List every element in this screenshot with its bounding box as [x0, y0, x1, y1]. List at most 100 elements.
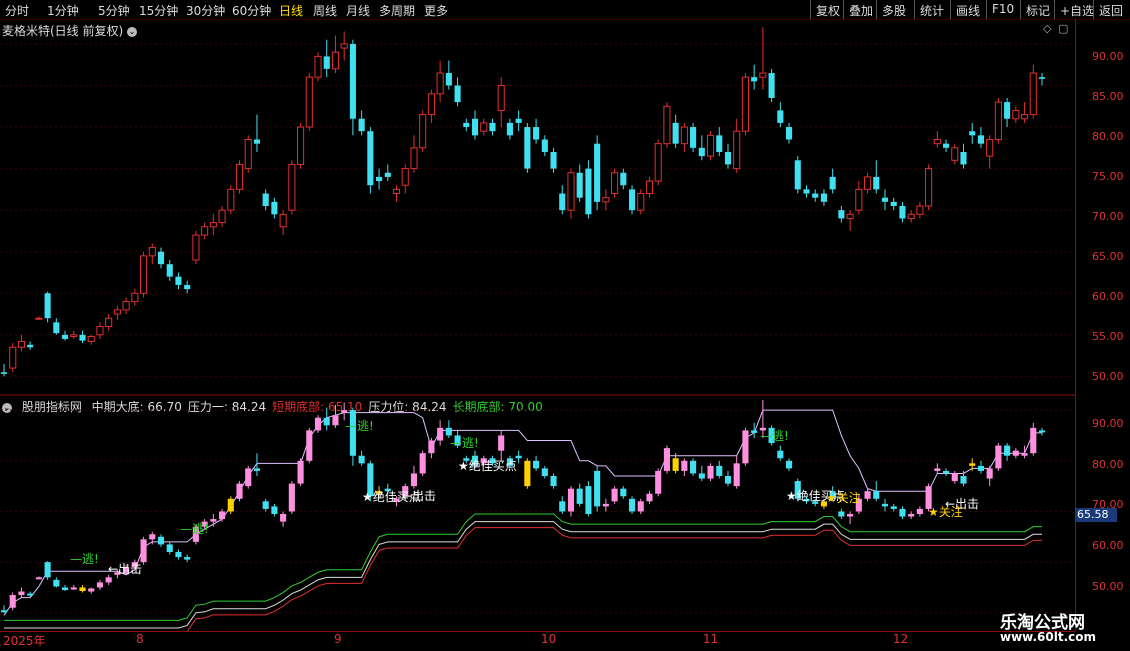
indicator-bar	[742, 430, 749, 464]
indicator-bar	[899, 508, 906, 517]
candle-body	[323, 56, 330, 69]
indicator-bar	[698, 473, 705, 479]
watch-label: ★关注	[826, 490, 861, 505]
indicator-bar	[323, 417, 330, 426]
candle-body	[698, 147, 705, 157]
candle-body	[235, 163, 244, 190]
candle-body	[541, 139, 548, 152]
candle-body	[672, 122, 679, 144]
candle-body	[785, 127, 793, 140]
escape-label: —逃!	[70, 552, 99, 566]
x-tick-label: 12	[893, 632, 909, 646]
indicator-bar	[585, 486, 592, 514]
candle-body	[358, 118, 365, 132]
indicator-bar	[271, 506, 278, 514]
indicator-bar	[890, 506, 897, 509]
candle-body	[594, 143, 601, 202]
candle-body	[1021, 114, 1029, 120]
y-tick-label: 55.00	[1092, 330, 1124, 343]
main-candles	[0, 27, 1046, 377]
long-bottom-line	[4, 513, 1042, 621]
main-grid	[0, 43, 1075, 377]
indicator-bar	[297, 460, 304, 484]
candle-body	[62, 334, 69, 339]
candle-body	[489, 122, 496, 132]
candle-body	[9, 346, 17, 369]
back-button[interactable]: 返回	[1093, 0, 1128, 19]
indicator-bar	[166, 544, 173, 552]
indicator-bar	[594, 470, 601, 507]
indicator-bar	[847, 514, 854, 517]
candle-body	[53, 322, 60, 334]
indicator-bar	[733, 463, 740, 487]
candle-body	[436, 72, 444, 95]
candle-body	[376, 176, 383, 182]
candle-body	[628, 189, 636, 211]
y-tick-label: 80.00	[1092, 458, 1124, 471]
candle-body	[427, 93, 435, 116]
indicator-bar	[567, 488, 575, 512]
candle-body	[611, 172, 619, 195]
candle-body	[706, 134, 715, 157]
indicator-bar	[79, 587, 86, 592]
indicator-bar	[916, 508, 923, 514]
indicator-bar	[175, 552, 182, 558]
candle-body	[1004, 102, 1011, 119]
indicator-bar	[881, 503, 889, 507]
indicator-bar	[445, 427, 452, 436]
candle-body	[419, 114, 427, 149]
indicator-bar	[672, 458, 679, 471]
x-tick-label: 9	[334, 632, 342, 646]
indicator-bar	[864, 491, 871, 499]
indicator-bar	[663, 448, 670, 471]
candle-body	[79, 334, 86, 341]
candle-body	[105, 317, 113, 328]
indicator-bar	[777, 450, 784, 459]
indicator-bar	[0, 610, 8, 613]
indicator-bar	[576, 488, 583, 504]
indicator-bar	[681, 460, 688, 471]
indicator-bar	[358, 455, 365, 464]
candle-body	[349, 43, 356, 119]
indicator-bar	[210, 519, 217, 522]
candle-body	[890, 201, 897, 206]
indicator-bar	[628, 498, 636, 512]
indicator-bar	[184, 557, 191, 560]
indicator-bar	[934, 468, 941, 471]
y-tick-label: 75.00	[1092, 170, 1124, 183]
current-value-tag: 65.58	[1075, 508, 1117, 522]
indicator-bar	[236, 483, 243, 499]
candle-body	[140, 255, 148, 294]
indicator-bar	[611, 488, 618, 502]
indicator-bar	[524, 460, 531, 487]
candle-body	[645, 180, 654, 195]
candle-body	[297, 126, 305, 165]
y-tick-label: 90.00	[1092, 417, 1124, 430]
escape-label: —逃!	[180, 522, 209, 536]
indicator-bar	[873, 491, 880, 499]
x-tick-label: 2025年	[3, 634, 46, 648]
candle-body	[812, 193, 819, 198]
indicator-bar	[253, 468, 261, 471]
candle-body	[392, 188, 401, 195]
y-tick-label: 65.00	[1092, 250, 1124, 263]
y-tick-label: 60.00	[1092, 539, 1124, 552]
candle-body	[454, 85, 461, 103]
candle-body	[27, 344, 34, 348]
candle-body	[506, 122, 513, 136]
candle-body	[445, 73, 452, 86]
indicator-bar	[410, 473, 418, 487]
watermark-url: www.60lt.com	[1000, 630, 1097, 644]
indicator-bar	[785, 460, 793, 469]
candle-body	[751, 77, 758, 82]
candle-body	[184, 284, 191, 290]
indicator-bar	[995, 445, 1002, 469]
indicator-bar	[646, 493, 653, 502]
indicator-bar	[690, 460, 697, 474]
candle-body	[637, 193, 645, 211]
indicator-bar	[62, 587, 69, 590]
candle-body	[960, 151, 967, 165]
candle-body	[994, 101, 1002, 141]
candle-body	[131, 292, 139, 303]
candle-body	[166, 264, 173, 277]
